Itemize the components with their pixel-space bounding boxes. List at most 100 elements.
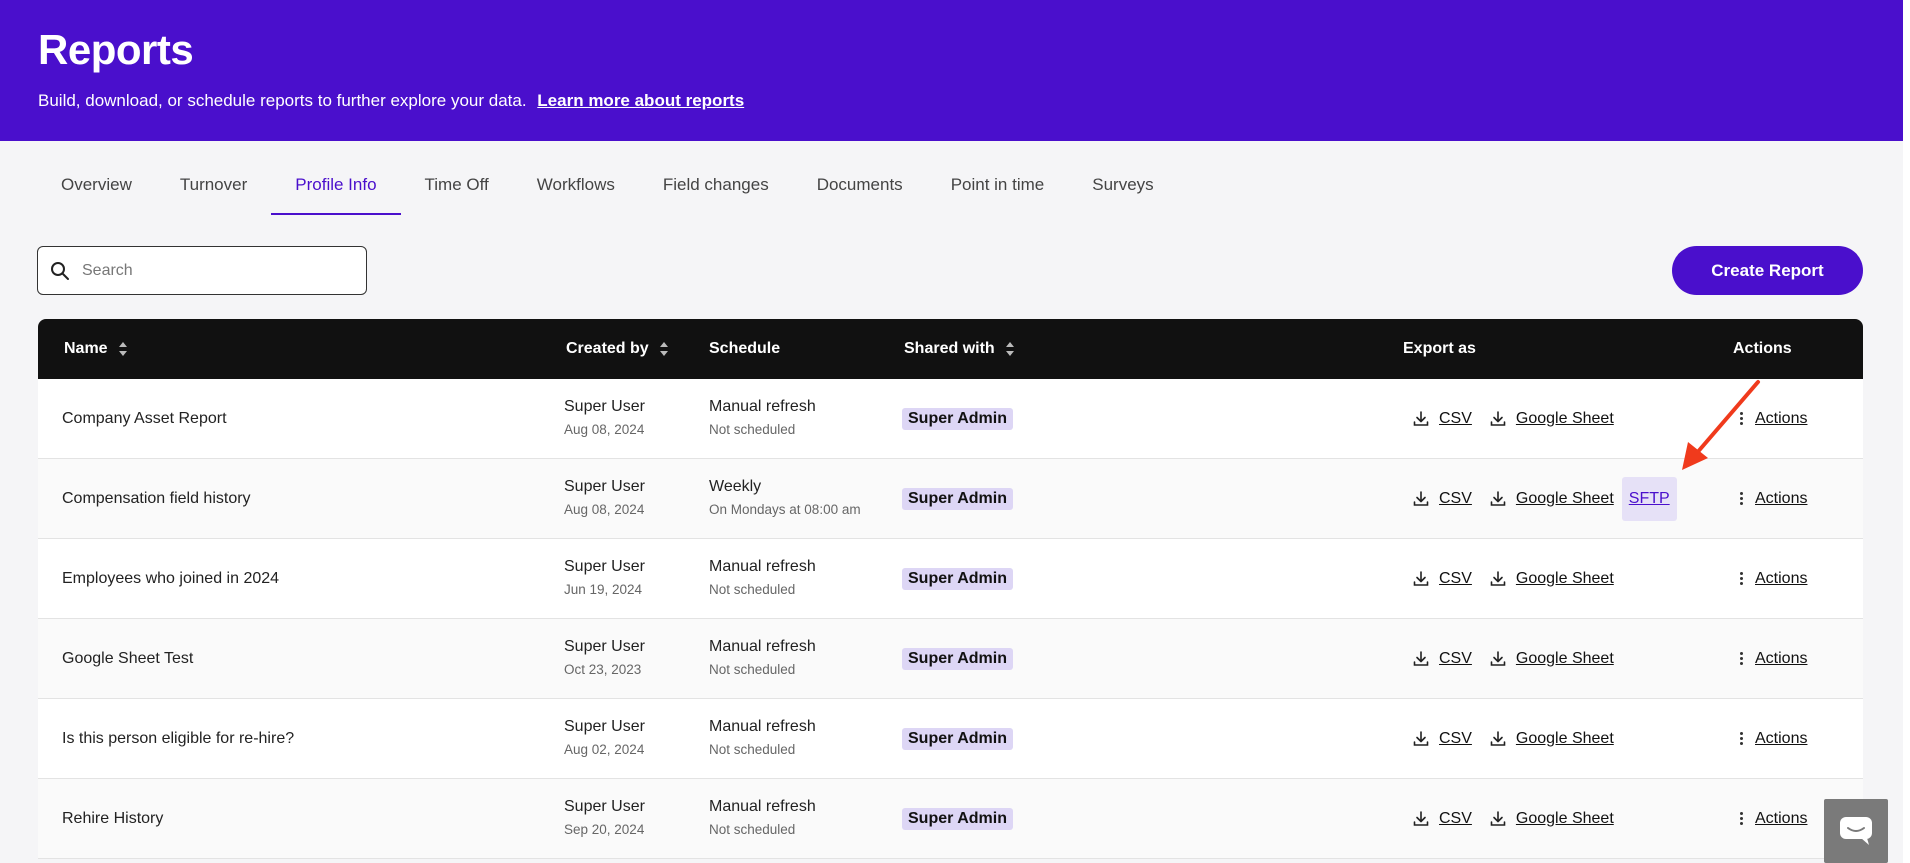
sort-icon[interactable] <box>118 341 128 357</box>
tab-time-off[interactable]: Time Off <box>401 155 513 215</box>
table-row[interactable]: Company Asset Report Super User Aug 08, 20… <box>38 379 1863 459</box>
schedule-type: Manual refresh <box>709 558 816 575</box>
col-name[interactable]: Name <box>64 319 128 379</box>
kebab-icon <box>1739 731 1743 746</box>
kebab-icon <box>1739 651 1743 666</box>
export-options: CSV Google Sheet SFTP <box>1413 459 1677 538</box>
created-by-user: Super User <box>564 478 645 495</box>
report-name[interactable]: Employees who joined in 2024 <box>62 539 279 618</box>
arrow-annotation <box>1682 380 1760 470</box>
export-csv-label: CSV <box>1439 489 1472 507</box>
schedule-detail: Not scheduled <box>709 422 796 437</box>
report-name[interactable]: Compensation field history <box>62 459 251 538</box>
download-icon <box>1490 810 1506 826</box>
table-row[interactable]: Compensation field history Super User Aug … <box>38 459 1863 539</box>
tab-workflows[interactable]: Workflows <box>513 155 639 215</box>
kebab-icon <box>1739 491 1743 506</box>
actions-button[interactable]: Actions <box>1739 699 1807 778</box>
sort-icon[interactable] <box>1005 341 1015 357</box>
report-name[interactable]: Is this person eligible for re-hire? <box>62 699 294 778</box>
created-date: Sep 20, 2024 <box>564 822 645 837</box>
actions-label: Actions <box>1755 489 1808 507</box>
schedule-cell: Manual refresh Not scheduled <box>709 637 816 680</box>
table-row[interactable]: Google Sheet Test Super User Oct 23, 2023 M… <box>38 619 1863 699</box>
export-google-sheet-button[interactable]: Google Sheet <box>1490 730 1614 748</box>
export-csv-label: CSV <box>1439 409 1472 427</box>
schedule-detail: Not scheduled <box>709 582 796 597</box>
col-actions-label: Actions <box>1733 340 1792 357</box>
export-google-sheet-label: Google Sheet <box>1515 649 1614 667</box>
table-header: Name Created by Schedule Shared with Exp… <box>38 319 1863 379</box>
export-csv-button[interactable]: CSV <box>1413 650 1472 668</box>
export-csv-button[interactable]: CSV <box>1413 490 1472 508</box>
report-name[interactable]: Rehire History <box>62 779 163 858</box>
schedule-type: Manual refresh <box>709 718 816 735</box>
download-icon <box>1490 570 1506 586</box>
created-by-user: Super User <box>564 398 645 415</box>
export-csv-button[interactable]: CSV <box>1413 410 1472 428</box>
created-date: Aug 08, 2024 <box>564 422 645 437</box>
search-input[interactable] <box>80 260 344 281</box>
tab-field-changes[interactable]: Field changes <box>639 155 793 215</box>
scrollbar[interactable] <box>1903 0 1910 863</box>
col-export-as-label: Export as <box>1403 340 1476 357</box>
export-csv-button[interactable]: CSV <box>1413 730 1472 748</box>
export-csv-button[interactable]: CSV <box>1413 570 1472 588</box>
tab-profile-info[interactable]: Profile Info <box>271 155 401 215</box>
create-report-button[interactable]: Create Report <box>1672 246 1863 295</box>
export-csv-label: CSV <box>1439 649 1472 667</box>
schedule-cell: Manual refresh Not scheduled <box>709 557 816 600</box>
export-google-sheet-button[interactable]: Google Sheet <box>1490 810 1614 828</box>
export-google-sheet-button[interactable]: Google Sheet <box>1490 490 1614 508</box>
search-icon <box>51 261 69 280</box>
col-created-by[interactable]: Created by <box>566 319 669 379</box>
actions-button[interactable]: Actions <box>1739 779 1807 858</box>
download-icon <box>1413 490 1429 506</box>
col-shared-with[interactable]: Shared with <box>904 319 1015 379</box>
tab-turnover[interactable]: Turnover <box>156 155 271 215</box>
learn-more-link[interactable]: Learn more about reports <box>537 91 744 110</box>
table-row[interactable]: Is this person eligible for re-hire? Supe… <box>38 699 1863 779</box>
col-schedule: Schedule <box>709 319 780 379</box>
report-name[interactable]: Google Sheet Test <box>62 619 193 698</box>
tab-surveys[interactable]: Surveys <box>1068 155 1177 215</box>
export-google-sheet-button[interactable]: Google Sheet <box>1490 570 1614 588</box>
col-name-label: Name <box>64 340 108 357</box>
schedule-detail: Not scheduled <box>709 742 796 757</box>
export-google-sheet-label: Google Sheet <box>1515 489 1614 507</box>
actions-label: Actions <box>1755 569 1808 587</box>
actions-button[interactable]: Actions <box>1739 539 1807 618</box>
download-icon <box>1413 650 1429 666</box>
created-by-cell: Super User Jun 19, 2024 <box>564 557 645 600</box>
created-by-user: Super User <box>564 638 645 655</box>
shared-with-badge: Super Admin <box>902 808 1013 830</box>
created-by-cell: Super User Aug 08, 2024 <box>564 397 645 440</box>
export-google-sheet-button[interactable]: Google Sheet <box>1490 410 1614 428</box>
schedule-detail: Not scheduled <box>709 662 796 677</box>
download-icon <box>1413 410 1429 426</box>
shared-with-badge: Super Admin <box>902 648 1013 670</box>
export-google-sheet-button[interactable]: Google Sheet <box>1490 650 1614 668</box>
download-icon <box>1413 570 1429 586</box>
download-icon <box>1490 490 1506 506</box>
export-csv-button[interactable]: CSV <box>1413 810 1472 828</box>
tab-point-in-time[interactable]: Point in time <box>927 155 1069 215</box>
export-options: CSV Google Sheet <box>1413 379 1614 458</box>
table-row[interactable]: Rehire History Super User Sep 20, 2024 Manu… <box>38 779 1863 859</box>
report-tabs: Overview Turnover Profile Info Time Off … <box>37 155 1178 215</box>
export-sftp-link[interactable]: SFTP <box>1621 476 1677 521</box>
sort-icon[interactable] <box>659 341 669 357</box>
shared-with-badge: Super Admin <box>902 408 1013 430</box>
export-google-sheet-label: Google Sheet <box>1515 729 1614 747</box>
page-subtitle: Build, download, or schedule reports to … <box>38 91 744 111</box>
report-name[interactable]: Company Asset Report <box>62 379 227 458</box>
table-row[interactable]: Employees who joined in 2024 Super User Ju… <box>38 539 1863 619</box>
chat-button[interactable] <box>1824 799 1888 863</box>
actions-button[interactable]: Actions <box>1739 619 1807 698</box>
download-icon <box>1490 650 1506 666</box>
chat-icon <box>1840 817 1872 845</box>
schedule-type: Manual refresh <box>709 638 816 655</box>
actions-label: Actions <box>1755 649 1808 667</box>
tab-overview[interactable]: Overview <box>37 155 156 215</box>
tab-documents[interactable]: Documents <box>793 155 927 215</box>
